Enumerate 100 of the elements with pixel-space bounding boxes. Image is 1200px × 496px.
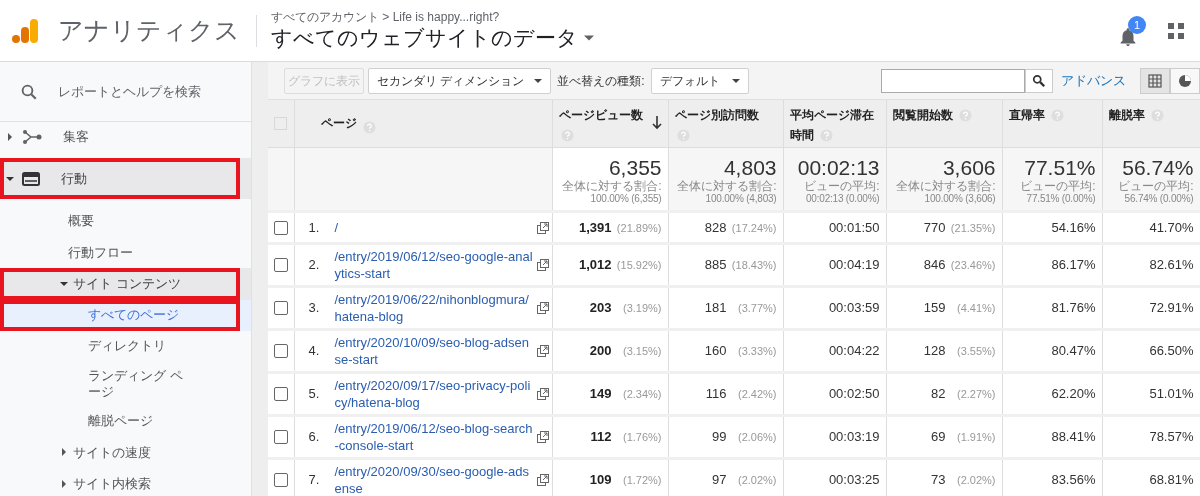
- open-in-new-icon[interactable]: [536, 345, 549, 357]
- nav-item[interactable]: ディレクトリ: [0, 330, 251, 362]
- total-value: 00:02:13: [796, 156, 880, 180]
- cell-share: (3.77%): [736, 301, 777, 317]
- help-icon: [362, 121, 376, 135]
- nav-item[interactable]: 集客: [0, 122, 251, 152]
- open-in-new-icon[interactable]: [536, 474, 549, 486]
- total-value: 56.74%: [1121, 156, 1194, 180]
- row-checkbox[interactable]: [273, 220, 288, 235]
- notification-badge: 1: [1128, 15, 1146, 34]
- page-link[interactable]: /entry/2019/06/12/seo-blog-search-console-start: [334, 420, 535, 454]
- column-header[interactable]: 直帰率: [1002, 100, 1102, 147]
- page-link[interactable]: /entry/2020/10/09/seo-blog-adsense-start: [334, 334, 535, 368]
- nav-item[interactable]: サイト コンテンツ: [0, 268, 251, 300]
- view-selector[interactable]: すべてのウェブサイトのデータ: [271, 23, 594, 52]
- nav-item[interactable]: サイト内検索: [0, 468, 251, 496]
- cell-value: 78.57%: [1149, 429, 1194, 445]
- cell-value: 62.20%: [1051, 386, 1096, 402]
- cell-value: 00:04:19: [828, 257, 880, 273]
- total-caption: ビューの平均:: [1019, 180, 1096, 193]
- row-checkbox[interactable]: [273, 430, 288, 444]
- cell-value: 82: [931, 386, 946, 402]
- cell-share: (21.35%): [949, 220, 996, 236]
- total-caption: ビューの平均:: [803, 180, 880, 193]
- cell-value: 69: [931, 429, 946, 445]
- row-number: 5.: [308, 385, 321, 404]
- row-checkbox[interactable]: [273, 301, 288, 315]
- row-checkbox[interactable]: [273, 258, 288, 272]
- cell-value: 86.17%: [1051, 257, 1096, 273]
- total-detail: 100.00% (3,606): [923, 193, 996, 205]
- search-button[interactable]: [1025, 68, 1053, 93]
- cell-share: (15.92%): [615, 258, 662, 274]
- grid-icon: [1148, 73, 1162, 88]
- row-checkbox[interactable]: [273, 473, 288, 487]
- column-header[interactable]: ページビュー数: [552, 100, 668, 147]
- cell-value: 159: [923, 300, 946, 316]
- cell-value: 00:03:19: [828, 429, 880, 445]
- nav-item[interactable]: 概要: [0, 205, 251, 237]
- cell-share: (1.76%): [621, 430, 662, 446]
- cell-value: 181: [704, 300, 727, 316]
- page-link[interactable]: /: [334, 219, 535, 236]
- column-header[interactable]: 平均ページ滞在時間: [783, 100, 886, 147]
- total-detail: 00:02:13 (0.00%): [804, 193, 880, 205]
- caret-icon: [731, 78, 740, 83]
- report-search-field[interactable]: レポートとヘルプを検索: [58, 81, 238, 102]
- sort-label: 並べ替えの種類:: [557, 72, 645, 90]
- nav-item[interactable]: 行動: [0, 158, 251, 199]
- cell-value: 00:02:50: [828, 386, 880, 402]
- advanced-link[interactable]: アドバンス: [1061, 70, 1126, 91]
- app-name: アナリティクス: [58, 14, 240, 46]
- cell-share: (2.34%): [621, 387, 662, 403]
- total-value: 6,355: [607, 156, 662, 180]
- open-in-new-icon[interactable]: [536, 221, 549, 234]
- total-caption: 全体に対する割合:: [561, 180, 662, 193]
- breadcrumb[interactable]: すべてのアカウント > Life is happy...right?: [271, 9, 594, 24]
- sort-dropdown[interactable]: デフォルト: [650, 67, 749, 94]
- collapsed-caret-icon: [60, 479, 68, 488]
- row-number: 6.: [308, 428, 321, 447]
- nav-item[interactable]: サイトの速度: [0, 436, 251, 468]
- cell-share: (18.43%): [730, 258, 777, 274]
- cell-value: 846: [923, 257, 946, 273]
- nav-item[interactable]: すべてのページ: [0, 299, 251, 331]
- open-in-new-icon[interactable]: [536, 259, 549, 271]
- page-link[interactable]: /entry/2020/09/17/seo-privacy-policy/hatena-blog: [334, 377, 535, 411]
- cell-share: (3.33%): [736, 344, 777, 360]
- nav-item[interactable]: 行動フロー: [0, 236, 251, 268]
- cell-share: (17.24%): [730, 220, 777, 236]
- open-in-new-icon[interactable]: [536, 388, 549, 400]
- page-link[interactable]: /entry/2020/09/30/seo-google-adsense: [334, 463, 535, 496]
- window-icon: [22, 171, 40, 186]
- help-icon: [958, 109, 972, 123]
- open-in-new-icon[interactable]: [536, 431, 549, 443]
- column-header[interactable]: 離脱率: [1102, 100, 1200, 147]
- row-checkbox[interactable]: [273, 387, 288, 401]
- total-caption: ビューの平均:: [1117, 180, 1194, 193]
- cell-value: 68.81%: [1149, 472, 1194, 488]
- table-search-field[interactable]: [881, 68, 1025, 93]
- notifications-button[interactable]: 1: [1116, 15, 1150, 50]
- help-icon: [560, 129, 574, 143]
- column-header[interactable]: ページ別訪問数: [668, 100, 783, 147]
- cell-value: 82.61%: [1149, 257, 1194, 273]
- sort-arrow-icon: [651, 116, 662, 130]
- cell-value: 885: [704, 257, 727, 273]
- nav-item[interactable]: ランディング ページ: [0, 361, 251, 406]
- cell-value: 149: [589, 386, 612, 402]
- column-header[interactable]: ページ: [294, 100, 552, 147]
- cell-value: 00:04:22: [828, 343, 880, 359]
- page-link[interactable]: /entry/2019/06/22/nihonblogmura/hatena-blog: [334, 291, 535, 325]
- view-toggle[interactable]: [1140, 67, 1170, 94]
- nav-item[interactable]: 離脱ページ: [0, 405, 251, 437]
- open-in-new-icon[interactable]: [536, 302, 549, 314]
- row-checkbox[interactable]: [273, 344, 288, 358]
- apps-icon[interactable]: [1168, 22, 1184, 39]
- view-toggle[interactable]: [1170, 67, 1200, 94]
- page-link[interactable]: /entry/2019/06/12/seo-google-analytics-start: [334, 248, 535, 282]
- cell-share: (1.72%): [621, 473, 662, 489]
- total-detail: 100.00% (4,803): [704, 193, 777, 205]
- secondary-dimension-dropdown[interactable]: セカンダリ ディメンション: [368, 67, 552, 94]
- cell-share: (2.02%): [955, 473, 996, 489]
- column-header[interactable]: 閲覧開始数: [886, 100, 1002, 147]
